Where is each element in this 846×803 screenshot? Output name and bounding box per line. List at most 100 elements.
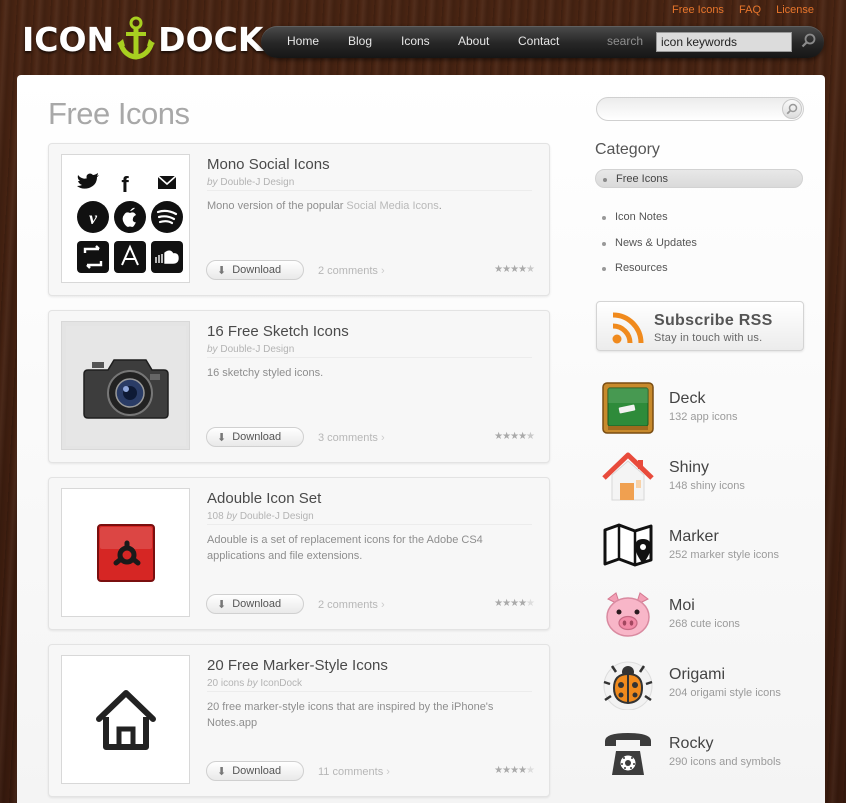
category-resources[interactable]: Resources — [595, 259, 803, 278]
sidebar-search-input[interactable] — [596, 97, 804, 121]
toplink-free-icons[interactable]: Free Icons — [672, 4, 724, 16]
card-description: Adouble is a set of replacement icons fo… — [207, 534, 483, 562]
card-byline: by Double-J Design — [207, 344, 532, 358]
nav-icons[interactable]: Icons — [401, 34, 430, 48]
star-icon: ★ — [494, 598, 503, 609]
nav-home[interactable]: Home — [287, 34, 319, 48]
card-byline: 108 by Double-J Design — [207, 511, 532, 525]
card-title[interactable]: Adouble Icon Set — [207, 490, 321, 507]
card-thumbnail[interactable] — [61, 488, 190, 617]
star-icon: ★ — [502, 598, 511, 609]
search-icon — [786, 103, 798, 115]
category-icon-notes[interactable]: Icon Notes — [595, 208, 803, 227]
subscribe-rss-button[interactable]: Subscribe RSS Stay in touch with us. — [596, 301, 804, 351]
star-icon: ★ — [510, 431, 519, 442]
rating-stars: ★★★★★ — [494, 598, 535, 609]
social-icons-preview: f v — [76, 172, 183, 273]
set-description: 132 app icons — [669, 411, 738, 423]
set-name: Shiny — [669, 459, 710, 476]
search-icon[interactable] — [801, 33, 817, 49]
camera-sketch-icon — [65, 325, 186, 446]
logo-text-left: ICON — [22, 19, 115, 59]
star-icon: ★ — [510, 264, 519, 275]
star-icon: ★ — [502, 431, 511, 442]
icon-set-moi[interactable]: Moi 268 cute icons — [602, 589, 802, 645]
set-name: Rocky — [669, 735, 714, 752]
card-byline: by Double-J Design — [207, 177, 532, 191]
star-icon: ★ — [526, 598, 535, 609]
site-logo[interactable]: ICON DOCK — [22, 16, 263, 62]
card-thumbnail[interactable] — [61, 655, 190, 784]
star-icon: ★ — [494, 431, 503, 442]
set-description: 148 shiny icons — [669, 480, 745, 492]
svg-text:v: v — [89, 208, 98, 228]
rss-icon — [612, 312, 644, 344]
download-button[interactable]: ⬇ Download — [206, 594, 304, 614]
star-icon: ★ — [510, 765, 519, 776]
category-free-icons[interactable]: Free Icons — [595, 169, 803, 188]
set-name: Deck — [669, 390, 706, 407]
set-name: Marker — [669, 528, 719, 545]
icon-set-deck[interactable]: Deck 132 app icons — [602, 382, 802, 438]
set-description: 204 origami style icons — [669, 687, 781, 699]
comments-link[interactable]: 11 comments › — [318, 766, 390, 778]
comments-link[interactable]: 2 comments › — [318, 265, 385, 277]
icon-set-card: Adouble Icon Set 108 by Double-J Design … — [48, 477, 550, 630]
social-media-icons-link[interactable]: Social Media Icons — [346, 200, 438, 212]
comments-link[interactable]: 2 comments › — [318, 599, 385, 611]
star-icon: ★ — [518, 765, 527, 776]
sidebar-search-button[interactable] — [782, 99, 802, 119]
card-title[interactable]: 20 Free Marker-Style Icons — [207, 657, 388, 674]
header-search-input[interactable] — [656, 32, 792, 52]
card-description: Mono version of the popular Social Media… — [207, 200, 442, 212]
set-description: 268 cute icons — [669, 618, 740, 630]
star-icon: ★ — [494, 765, 503, 776]
star-icon: ★ — [526, 431, 535, 442]
adobe-icon — [96, 523, 155, 582]
download-button[interactable]: ⬇ Download — [206, 761, 304, 781]
icon-set-marker[interactable]: Marker 252 marker style icons — [602, 520, 802, 576]
pig-icon — [606, 592, 650, 637]
card-description: 16 sketchy styled icons. — [207, 367, 324, 379]
card-title[interactable]: 16 Free Sketch Icons — [207, 323, 349, 340]
icon-set-card: 16 Free Sketch Icons by Double-J Design … — [48, 310, 550, 463]
set-name: Origami — [669, 666, 726, 683]
telephone-icon — [605, 733, 651, 775]
rss-subtitle: Stay in touch with us. — [654, 332, 763, 344]
nav-contact[interactable]: Contact — [518, 34, 559, 48]
download-button[interactable]: ⬇ Download — [206, 427, 304, 447]
toplink-faq[interactable]: FAQ — [739, 4, 761, 16]
set-description: 290 icons and symbols — [669, 756, 781, 768]
star-icon: ★ — [518, 598, 527, 609]
category-heading: Category — [595, 141, 660, 158]
icon-set-shiny[interactable]: Shiny 148 shiny icons — [602, 451, 802, 507]
rss-title: Subscribe RSS — [654, 312, 773, 329]
card-thumbnail[interactable] — [61, 321, 190, 450]
download-arrow-icon: ⬇ — [217, 765, 227, 778]
card-thumbnail[interactable]: f v — [61, 154, 190, 283]
card-title[interactable]: Mono Social Icons — [207, 156, 330, 173]
nav-blog[interactable]: Blog — [348, 34, 372, 48]
star-icon: ★ — [510, 598, 519, 609]
svg-text:f: f — [121, 172, 129, 197]
category-news-updates[interactable]: News & Updates — [595, 234, 803, 253]
search-label: search — [607, 34, 644, 48]
set-description: 252 marker style icons — [669, 549, 780, 561]
toplink-license[interactable]: License — [776, 4, 814, 16]
star-icon: ★ — [502, 264, 511, 275]
main-nav: Home Blog Icons About Contact search — [261, 26, 824, 58]
anchor-icon — [117, 16, 156, 60]
icon-set-rocky[interactable]: Rocky 290 icons and symbols — [602, 727, 802, 783]
nav-about[interactable]: About — [458, 34, 489, 48]
star-icon: ★ — [518, 264, 527, 275]
download-arrow-icon: ⬇ — [217, 264, 227, 277]
icon-set-origami[interactable]: Origami 204 origami style icons — [602, 658, 802, 714]
icon-set-card: f v Mono Social Icons by Double-J Design… — [48, 143, 550, 296]
house-icon — [602, 452, 654, 501]
rating-stars: ★★★★★ — [494, 765, 535, 776]
top-links: Free Icons FAQ License — [660, 4, 814, 16]
download-button[interactable]: ⬇ Download — [206, 260, 304, 280]
comments-link[interactable]: 3 comments › — [318, 432, 385, 444]
card-description: 20 free marker-style icons that are insp… — [207, 701, 494, 729]
chalkboard-icon — [602, 382, 654, 434]
